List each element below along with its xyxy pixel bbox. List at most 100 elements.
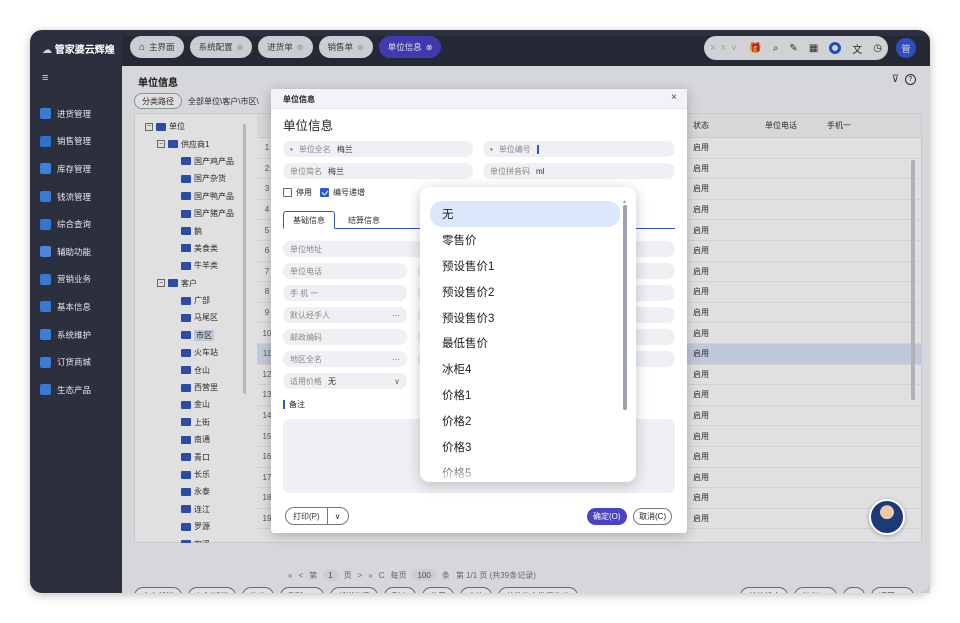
- pinyin-value: ml: [536, 166, 545, 176]
- sidebar-item[interactable]: 生态产品: [40, 376, 91, 404]
- full-name-label: 单位全名: [298, 144, 331, 154]
- mobile-field[interactable]: 手 机 一: [283, 285, 407, 301]
- sidebar-item-label: 订货商城: [57, 357, 92, 368]
- dialog-title: 单位信息: [283, 119, 334, 133]
- app-logo: ☁ 管家婆云辉煌: [42, 41, 115, 56]
- sidebar-item[interactable]: 钱流管理: [40, 183, 91, 211]
- dropdown-fade: [420, 462, 636, 482]
- pinyin-label: 单位拼音码: [490, 166, 530, 176]
- required-mark: •: [290, 144, 293, 154]
- text-cursor: [536, 144, 539, 154]
- dropdown-scrollbar[interactable]: [623, 205, 627, 410]
- sidebar-item[interactable]: 订货商城: [40, 348, 91, 376]
- sidebar-item[interactable]: 进货管理: [40, 100, 91, 128]
- tab-basic-info[interactable]: 基础信息: [283, 211, 335, 229]
- cloud-icon: ☁: [42, 45, 52, 56]
- postcode-field[interactable]: 邮政编码: [283, 329, 407, 345]
- full-name-value: 梅兰: [336, 144, 353, 154]
- sidebar-item[interactable]: 系统维护: [40, 321, 91, 349]
- region-field[interactable]: 地区全名 ···: [283, 351, 407, 367]
- dropdown-option[interactable]: 价格2: [430, 408, 620, 434]
- assist-icon: [40, 246, 51, 258]
- full-name-field[interactable]: • 单位全名 梅兰: [283, 141, 473, 157]
- dropdown-option[interactable]: 无: [430, 201, 620, 227]
- phone-placeholder: 单位电话: [290, 266, 322, 276]
- disable-checkbox[interactable]: [283, 188, 292, 197]
- sidebar-item[interactable]: 综合查询: [40, 210, 91, 238]
- sidebar-item[interactable]: 辅助功能: [40, 238, 91, 266]
- money-icon: [40, 191, 51, 203]
- sidebar-item-label: 综合查询: [57, 219, 92, 230]
- product-icon: [40, 384, 51, 396]
- tab-settlement-info[interactable]: 结算信息: [339, 211, 389, 229]
- dropdown-option[interactable]: 预设售价1: [430, 253, 620, 279]
- chevron-down-icon[interactable]: ∨: [394, 377, 400, 386]
- sidebar-item-label: 销售管理: [57, 136, 92, 147]
- stock-icon: [40, 163, 51, 175]
- sidebar-item-label: 钱流管理: [57, 191, 92, 202]
- dialog-header-title: 单位信息: [283, 95, 315, 104]
- dropdown-option[interactable]: 预设售价2: [430, 279, 620, 305]
- address-placeholder: 单位地址: [290, 244, 322, 254]
- print-split-button: 打印(P) ∨: [285, 507, 349, 525]
- sidebar-item[interactable]: 销售管理: [40, 128, 91, 156]
- close-icon[interactable]: ×: [671, 92, 677, 103]
- sidebar-item-label: 进货管理: [57, 108, 92, 119]
- handler-field[interactable]: 默认经手人 ···: [283, 307, 407, 323]
- dropdown-option[interactable]: 冰柜4: [430, 356, 620, 382]
- sales-icon: [40, 135, 51, 147]
- auto-code-checkbox[interactable]: [320, 188, 329, 197]
- sidebar-item[interactable]: 营销业务: [40, 266, 91, 294]
- remark-label-row: 备注: [283, 399, 305, 410]
- chevron-down-icon[interactable]: ∨: [328, 512, 348, 521]
- mobile-placeholder: 手 机 一: [290, 288, 319, 298]
- code-field[interactable]: • 单位编号: [483, 141, 675, 157]
- code-label: 单位编号: [498, 144, 531, 154]
- disable-label: 停用: [296, 188, 312, 197]
- sidebar-item-label: 库存管理: [57, 163, 92, 174]
- print-button[interactable]: 打印(P): [286, 511, 327, 522]
- info-icon: [40, 301, 51, 313]
- sidebar-item-label: 系统维护: [57, 329, 92, 340]
- options-row: 停用 编号递增: [283, 187, 365, 198]
- dropdown-option[interactable]: 零售价: [430, 227, 620, 253]
- price-dropdown: 无零售价预设售价1预设售价2预设售价3最低售价冰柜4价格1价格2价格3价格5 ▲: [420, 187, 636, 482]
- dropdown-option[interactable]: 最低售价: [430, 330, 620, 356]
- mall-icon: [40, 356, 51, 368]
- dropdown-option[interactable]: 价格1: [430, 382, 620, 408]
- dialog-header: 单位信息 ×: [271, 89, 687, 109]
- sidebar-item-label: 生态产品: [57, 384, 92, 395]
- auto-code-label: 编号递增: [333, 188, 365, 197]
- phone-field[interactable]: 单位电话: [283, 263, 407, 279]
- pinyin-field[interactable]: 单位拼音码 ml: [483, 163, 675, 179]
- sidebar: ≡ 进货管理销售管理库存管理钱流管理综合查询辅助功能营销业务基本信息系统维护订货…: [30, 66, 122, 593]
- short-name-field[interactable]: 单位简名 梅兰: [283, 163, 473, 179]
- handler-placeholder: 默认经手人: [290, 310, 330, 320]
- price-options: 无零售价预设售价1预设售价2预设售价3最低售价冰柜4价格1价格2价格3价格5: [430, 201, 620, 482]
- sidebar-menu: 进货管理销售管理库存管理钱流管理综合查询辅助功能营销业务基本信息系统维护订货商城…: [40, 100, 91, 404]
- app-logo-text: 管家婆云辉煌: [54, 45, 115, 56]
- sidebar-item[interactable]: 库存管理: [40, 155, 91, 183]
- menu-toggle-icon[interactable]: ≡: [42, 72, 48, 84]
- dropdown-option[interactable]: 预设售价3: [430, 305, 620, 331]
- required-mark: •: [490, 144, 493, 154]
- short-name-value: 梅兰: [328, 166, 344, 176]
- cancel-button[interactable]: 取消(C): [633, 508, 673, 525]
- more-icon[interactable]: ···: [392, 311, 400, 320]
- postcode-placeholder: 邮政编码: [290, 332, 322, 342]
- price-label: 适用价格: [290, 376, 322, 386]
- sidebar-item[interactable]: 基本信息: [40, 293, 91, 321]
- dropdown-option[interactable]: 价格3: [430, 434, 620, 460]
- sidebar-item-label: 基本信息: [57, 301, 92, 312]
- region-placeholder: 地区全名: [290, 354, 322, 364]
- price-value: 无: [328, 376, 336, 386]
- price-select[interactable]: 适用价格 无 ∨: [283, 373, 407, 389]
- sidebar-item-label: 营销业务: [57, 274, 92, 285]
- cart-icon: [40, 108, 51, 120]
- assistant-avatar[interactable]: [869, 499, 905, 535]
- more-icon[interactable]: ···: [392, 355, 400, 364]
- sidebar-item-label: 辅助功能: [57, 246, 92, 257]
- marketing-icon: [40, 273, 51, 285]
- short-name-label: 单位简名: [290, 166, 322, 176]
- ok-button[interactable]: 确定(O): [587, 508, 627, 525]
